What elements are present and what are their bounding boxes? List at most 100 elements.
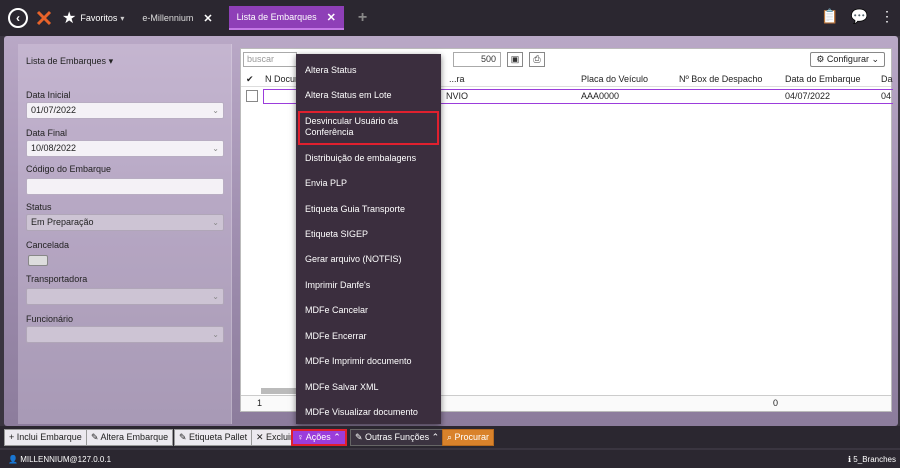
column-header[interactable]: Data do Embarque [785, 74, 861, 84]
select-all-check-icon[interactable]: ✔ [246, 74, 254, 85]
menu-item-mdfe-salvar-xml[interactable]: MDFe Salvar XML [296, 382, 441, 393]
codigo-embarque-label: Código do Embarque [26, 164, 112, 174]
menu-item-etiqueta-sigep[interactable]: Etiqueta SIGEP [296, 229, 441, 240]
chevron-down-icon: ⌄ [212, 330, 219, 339]
column-header[interactable]: Placa do Veículo [581, 74, 648, 84]
acoes-button[interactable]: ♀ Ações ⌃ [291, 429, 347, 446]
cancelada-label: Cancelada [26, 240, 70, 250]
menu-item-altera-status[interactable]: Altera Status [296, 65, 441, 76]
menu-item-mdfe-imprimir[interactable]: MDFe Imprimir documento [296, 356, 441, 367]
export-icon[interactable]: ▣ [507, 52, 523, 67]
data-inicial-field[interactable]: 01/07/2022 ⌄ [26, 102, 224, 119]
procurar-button[interactable]: ⌕ Procurar [442, 429, 495, 446]
bottom-toolbar: + Inclui Embarque ✎ Altera Embarque ✎ Et… [0, 426, 900, 448]
edit-icon: ✎ [91, 432, 101, 442]
chevron-down-icon: ⌄ [212, 292, 219, 301]
clipboard-icon[interactable]: 📋 [821, 8, 838, 25]
chevron-down-icon: ⌄ [212, 106, 219, 115]
acoes-label: Ações [305, 432, 331, 442]
configure-button[interactable]: ⚙ Configurar ⌄ [810, 52, 885, 67]
transportadora-label: Transportadora [26, 274, 88, 284]
top-bar: ‹ ★ Favoritos ▾ e-Millennium ✕ Lista de … [0, 0, 900, 36]
procurar-label: Procurar [454, 432, 490, 442]
menu-item-gerar-notfis[interactable]: Gerar arquivo (NOTFIS) [296, 254, 441, 265]
menu-item-envia-plp[interactable]: Envia PLP [296, 178, 441, 189]
star-icon[interactable]: ★ [62, 8, 76, 28]
highlight-box [298, 111, 439, 145]
chevron-down-icon: ▾ [120, 13, 125, 23]
funcionario-label: Funcionário [26, 314, 74, 324]
configure-label: Configurar [826, 54, 869, 64]
tab-lista-de-embarques[interactable]: Lista de Embarques ✕ [228, 6, 344, 30]
page-size-input[interactable]: 500 [453, 52, 501, 67]
topbar-actions: 📋 💬 ⋮ [821, 8, 894, 25]
total-value: 0 [773, 398, 779, 408]
altera-embarque-label: Altera Embarque [100, 432, 169, 442]
chevron-up-icon: ⌃ [330, 432, 341, 442]
user-icon: 👤 [8, 455, 18, 464]
tab-label: e-Millennium [142, 13, 194, 23]
funcionario-select[interactable]: ⌄ [26, 326, 224, 343]
table-cell: NVIO [446, 91, 469, 101]
close-icon[interactable]: ✕ [203, 12, 212, 25]
status-select[interactable]: Em Preparação ⌄ [26, 214, 224, 231]
gear-icon: ⚙ [816, 54, 827, 64]
column-header[interactable]: Da [881, 74, 893, 84]
table-cell: 04 [881, 91, 892, 101]
altera-embarque-button[interactable]: ✎ Altera Embarque [86, 429, 174, 446]
edit-icon: ✎ [179, 432, 190, 442]
menu-item-mdfe-encerrar[interactable]: MDFe Encerrar [296, 331, 441, 342]
menu-item-mdfe-cancelar[interactable]: MDFe Cancelar [296, 305, 441, 316]
inclui-embarque-button[interactable]: + Inclui Embarque [4, 429, 87, 446]
filter-panel: Lista de Embarques ▾ Data Inicial 01/07/… [18, 44, 232, 424]
status-user: 👤 MILLENNIUM@127.0.0.1 [8, 455, 111, 464]
horizontal-scrollbar[interactable] [261, 388, 297, 394]
etiqueta-pallet-button[interactable]: ✎ Etiqueta Pallet [174, 429, 253, 446]
menu-item-altera-status-em-lote[interactable]: Altera Status em Lote [296, 90, 441, 101]
etiqueta-pallet-label: Etiqueta Pallet [189, 432, 248, 442]
print-icon[interactable]: ⎙ [529, 52, 545, 67]
menu-item-etiqueta-guia-transporte[interactable]: Etiqueta Guia Transporte [296, 204, 441, 215]
filter-panel-title[interactable]: Lista de Embarques ▾ [26, 56, 113, 67]
status-value: Em Preparação [31, 217, 94, 227]
data-final-value: 10/08/2022 [31, 143, 77, 153]
data-final-label: Data Final [26, 128, 68, 138]
search-icon: ⌕ [447, 432, 455, 442]
menu-item-mdfe-visualizar[interactable]: MDFe Visualizar documento [296, 407, 441, 418]
tab-e-millennium[interactable]: e-Millennium ✕ [134, 7, 220, 29]
status-bar: 👤 MILLENNIUM@127.0.0.1 ℹ 5_Branches [0, 450, 900, 468]
acoes-menu: Altera Status Altera Status em Lote Desv… [296, 54, 441, 424]
cancelada-toggle[interactable] [28, 255, 48, 266]
table-cell: 04/07/2022 [785, 91, 831, 101]
filter-title-label: Lista de Embarques [26, 56, 107, 66]
chevron-down-icon: ⌄ [212, 144, 219, 153]
edit-icon: ✎ [355, 432, 366, 442]
data-inicial-label: Data Inicial [26, 90, 71, 100]
favorites-menu[interactable]: Favoritos [80, 13, 117, 23]
more-vertical-icon[interactable]: ⋮ [880, 8, 894, 25]
data-final-field[interactable]: 10/08/2022 ⌄ [26, 140, 224, 157]
add-tab-icon[interactable]: + [358, 9, 367, 27]
back-icon[interactable]: ‹ [8, 8, 28, 28]
chevron-down-icon: ⌄ [212, 218, 219, 227]
content-area: Lista de Embarques ▾ Data Inicial 01/07/… [4, 36, 898, 426]
status-label: Status [26, 202, 52, 212]
chevron-down-icon: ▾ [108, 56, 114, 66]
close-icon[interactable]: ✕ [327, 11, 336, 24]
codigo-embarque-field[interactable] [26, 178, 224, 195]
transportadora-select[interactable]: ⌄ [26, 288, 224, 305]
search-input[interactable]: buscar [243, 52, 297, 67]
branch-label: 5_Branches [853, 455, 896, 464]
chat-icon[interactable]: 💬 [851, 8, 868, 25]
pin-icon: ♀ [297, 432, 306, 442]
chevron-down-icon: ⌄ [868, 54, 879, 64]
row-checkbox[interactable] [246, 90, 258, 102]
column-header[interactable]: Nº Box de Despacho [679, 74, 762, 84]
outras-funcoes-button[interactable]: ✎ Outras Funções ⌃ [350, 429, 445, 446]
menu-item-distribuicao-embalagens[interactable]: Distribuição de embalagens [296, 153, 441, 164]
app-logo-icon [36, 10, 52, 26]
column-header[interactable]: ...ra [449, 74, 465, 84]
chevron-up-icon: ⌃ [429, 432, 440, 442]
data-inicial-value: 01/07/2022 [31, 105, 77, 115]
menu-item-imprimir-danfes[interactable]: Imprimir Danfe's [296, 280, 441, 291]
